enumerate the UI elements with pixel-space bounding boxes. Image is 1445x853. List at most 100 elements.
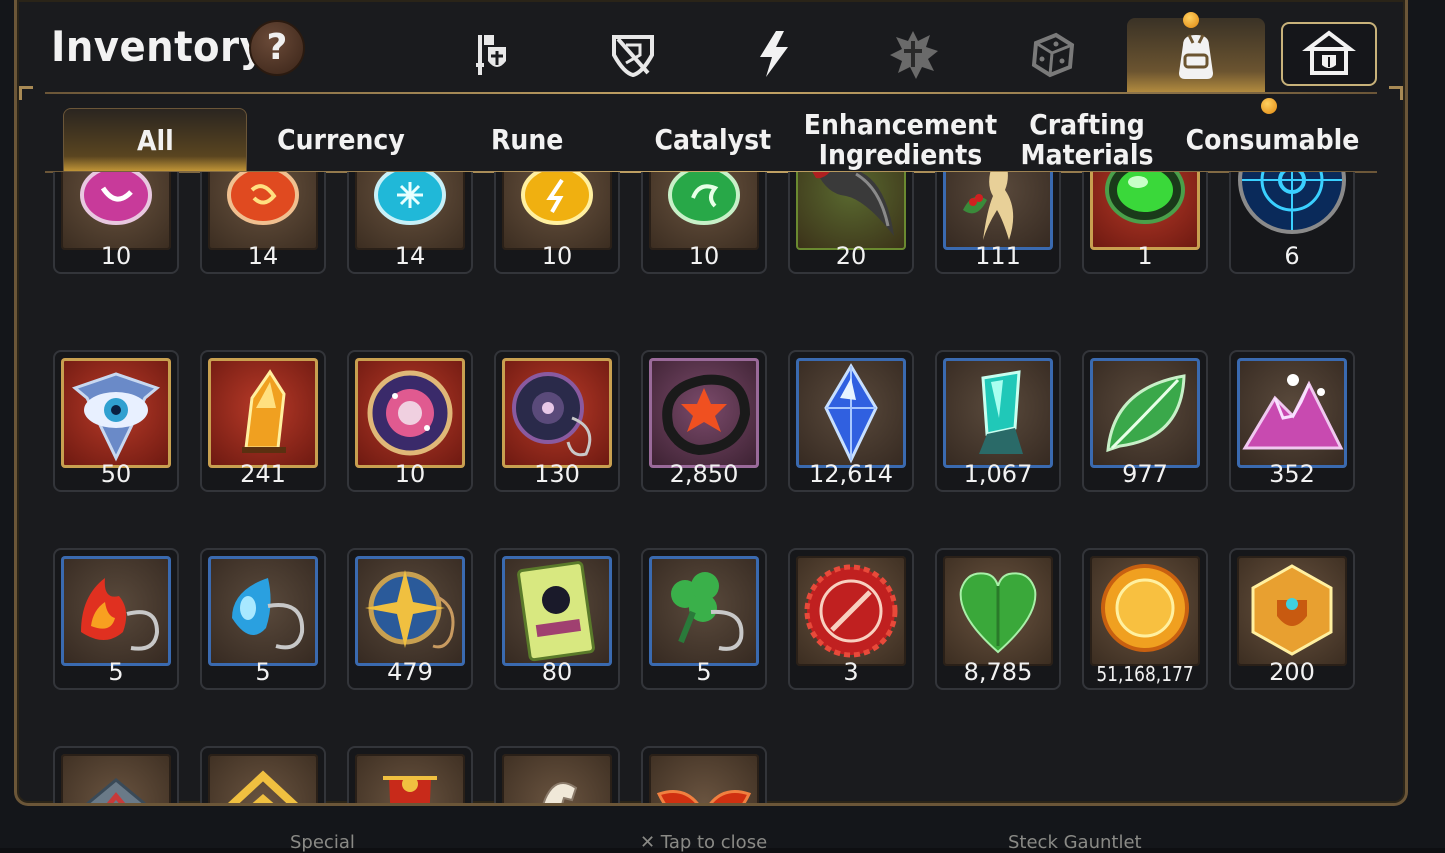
green-orb-icon bbox=[1090, 172, 1200, 250]
root-icon bbox=[943, 172, 1053, 250]
category-tab-rune[interactable]: Rune bbox=[435, 108, 619, 172]
item-count: 977 bbox=[1122, 460, 1168, 488]
item-count: 10 bbox=[688, 242, 720, 270]
spiky-emblem-icon bbox=[890, 31, 938, 79]
guild-hall-icon bbox=[1302, 30, 1356, 75]
item-count: 51,168,177 bbox=[1096, 662, 1194, 686]
tab-cubes[interactable] bbox=[1005, 22, 1101, 86]
inventory-item-slot[interactable]: 14 bbox=[200, 172, 326, 274]
broken-shield-icon bbox=[612, 35, 654, 78]
inventory-item-slot[interactable]: 80 bbox=[494, 548, 620, 690]
item-count: 12,614 bbox=[809, 460, 893, 488]
item-count: 80 bbox=[541, 658, 573, 686]
tab-guild[interactable] bbox=[1281, 22, 1377, 86]
inventory-item-slot[interactable]: 10 bbox=[347, 350, 473, 492]
pink-gem-icon bbox=[61, 172, 171, 250]
blue-rune-disc-icon bbox=[1237, 172, 1347, 250]
tab-equipment[interactable] bbox=[445, 22, 541, 86]
inventory-panel: Inventory ? All Currency Rune Catalyst E… bbox=[14, 0, 1408, 806]
category-tab-enhancement[interactable]: Enhancement Ingredients bbox=[803, 108, 996, 172]
pink-mountain-icon bbox=[1237, 358, 1347, 468]
inventory-item-slot[interactable]: 241 bbox=[200, 350, 326, 492]
inventory-item-slot[interactable] bbox=[494, 746, 620, 803]
panel-corner bbox=[1389, 86, 1403, 100]
item-count: 5 bbox=[108, 658, 124, 686]
tab-broken-gear[interactable] bbox=[585, 22, 681, 86]
item-count: 50 bbox=[100, 460, 132, 488]
inventory-item-slot[interactable]: 1,067 bbox=[935, 350, 1061, 492]
inventory-item-slot[interactable]: 10 bbox=[53, 172, 179, 274]
teal-crystal-icon bbox=[943, 358, 1053, 468]
inventory-item-slot[interactable]: 20 bbox=[788, 172, 914, 274]
inventory-item-slot[interactable]: 5 bbox=[53, 548, 179, 690]
water-amulet-icon bbox=[208, 556, 318, 666]
inventory-item-slot[interactable]: 352 bbox=[1229, 350, 1355, 492]
item-count: 200 bbox=[1269, 658, 1315, 686]
inventory-item-slot[interactable]: 50 bbox=[53, 350, 179, 492]
backpack-icon bbox=[1179, 34, 1213, 79]
star-amulet-icon bbox=[355, 556, 465, 666]
gold-roof-icon bbox=[208, 754, 318, 803]
item-count: 1,067 bbox=[963, 460, 1033, 488]
inventory-item-slot[interactable]: 6 bbox=[1229, 172, 1355, 274]
cosmic-disc-icon bbox=[355, 358, 465, 468]
item-count: 1 bbox=[1137, 242, 1153, 270]
item-count: 10 bbox=[541, 242, 573, 270]
inventory-item-slot[interactable]: 10 bbox=[641, 172, 767, 274]
fire-amulet-icon bbox=[61, 556, 171, 666]
inventory-item-slot[interactable] bbox=[347, 746, 473, 803]
inventory-item-slot[interactable]: 200 bbox=[1229, 548, 1355, 690]
inventory-item-slot[interactable] bbox=[53, 746, 179, 803]
red-seal-icon bbox=[796, 556, 906, 666]
item-count: 6 bbox=[1284, 242, 1300, 270]
gold-coin-icon bbox=[1090, 556, 1200, 666]
category-tab-currency[interactable]: Currency bbox=[249, 108, 433, 172]
inventory-item-slot[interactable]: 51,168,177 bbox=[1082, 548, 1208, 690]
green-gem-icon bbox=[649, 172, 759, 250]
item-count: 8,785 bbox=[963, 658, 1033, 686]
inventory-item-slot[interactable]: 479 bbox=[347, 548, 473, 690]
inventory-item-slot[interactable]: 5 bbox=[200, 548, 326, 690]
item-count: 14 bbox=[247, 242, 279, 270]
flower-ring-icon bbox=[649, 358, 759, 468]
inventory-item-slot[interactable]: 12,614 bbox=[788, 350, 914, 492]
sword-shield-icon bbox=[476, 35, 506, 75]
category-tab-crafting[interactable]: Crafting Materials bbox=[995, 108, 1179, 172]
cube-icon bbox=[1031, 32, 1075, 78]
inventory-item-slot[interactable]: 5 bbox=[641, 548, 767, 690]
category-tab-catalyst[interactable]: Catalyst bbox=[621, 108, 805, 172]
item-grid: 10 14 14 10 10 20 111 1 6 50 241 10 130 2,850 12,614 1,… bbox=[53, 172, 1373, 803]
red-wings-icon bbox=[649, 754, 759, 803]
tab-skills[interactable] bbox=[725, 22, 821, 86]
notification-dot bbox=[1183, 12, 1199, 28]
tab-emblems[interactable] bbox=[865, 22, 961, 86]
gold-hex-emblem-icon bbox=[1237, 556, 1347, 666]
category-tab-all[interactable]: All bbox=[63, 108, 247, 172]
inventory-item-slot[interactable]: 2,850 bbox=[641, 350, 767, 492]
tap-to-close-label[interactable]: ✕ Tap to close bbox=[640, 832, 767, 853]
inventory-item-slot[interactable]: 977 bbox=[1082, 350, 1208, 492]
inventory-item-slot[interactable]: 8,785 bbox=[935, 548, 1061, 690]
inventory-item-slot[interactable] bbox=[200, 746, 326, 803]
help-button[interactable]: ? bbox=[249, 20, 305, 76]
inventory-item-slot[interactable] bbox=[641, 746, 767, 803]
inventory-item-slot[interactable]: 130 bbox=[494, 350, 620, 492]
card-icon bbox=[502, 556, 612, 666]
tab-inventory[interactable] bbox=[1127, 18, 1265, 94]
blue-crystal-icon bbox=[796, 358, 906, 468]
inventory-item-slot[interactable]: 10 bbox=[494, 172, 620, 274]
inventory-item-slot[interactable]: 1 bbox=[1082, 172, 1208, 274]
divider bbox=[45, 92, 1377, 94]
category-tab-consumable[interactable]: Consumable bbox=[1181, 108, 1365, 172]
item-count: 5 bbox=[255, 658, 271, 686]
background-label-gauntlet: Steck Gauntlet bbox=[1008, 832, 1142, 853]
item-count: 10 bbox=[394, 460, 426, 488]
inventory-item-slot[interactable]: 14 bbox=[347, 172, 473, 274]
red-gem-icon bbox=[208, 172, 318, 250]
inventory-item-slot[interactable]: 111 bbox=[935, 172, 1061, 274]
yellow-gem-icon bbox=[502, 172, 612, 250]
eye-crest-icon bbox=[61, 358, 171, 468]
inventory-header: Inventory ? bbox=[17, 0, 1405, 114]
item-count: 479 bbox=[387, 658, 433, 686]
inventory-item-slot[interactable]: 3 bbox=[788, 548, 914, 690]
